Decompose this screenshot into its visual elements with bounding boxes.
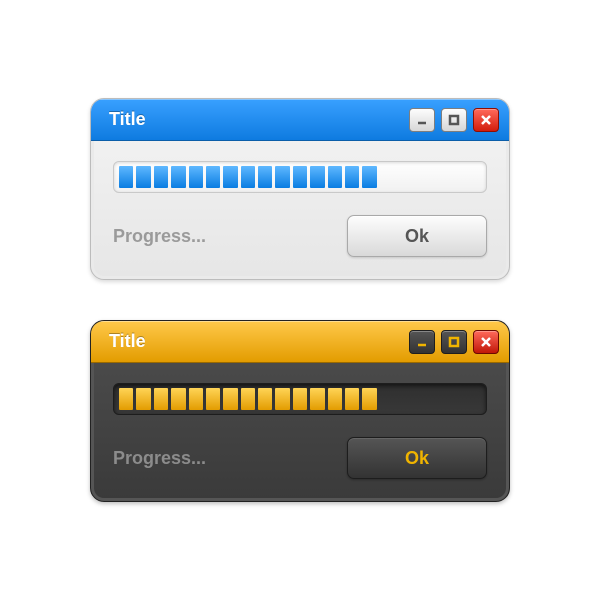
progress-segment bbox=[189, 388, 203, 410]
progress-segment bbox=[449, 166, 463, 188]
progress-bar bbox=[113, 161, 487, 193]
minimize-button[interactable] bbox=[409, 330, 435, 354]
progress-segment bbox=[206, 388, 220, 410]
progress-segment bbox=[397, 388, 411, 410]
maximize-button[interactable] bbox=[441, 108, 467, 132]
progress-segment bbox=[171, 388, 185, 410]
window-controls bbox=[409, 108, 499, 132]
progress-segment bbox=[414, 166, 428, 188]
progress-segment bbox=[189, 166, 203, 188]
dialog-window-dark: Title Progress... Ok bbox=[90, 320, 510, 502]
maximize-icon bbox=[448, 114, 460, 126]
close-button[interactable] bbox=[473, 108, 499, 132]
status-text: Progress... bbox=[113, 448, 206, 469]
progress-segment bbox=[380, 166, 394, 188]
progress-bar bbox=[113, 383, 487, 415]
progress-segment bbox=[362, 388, 376, 410]
minimize-icon bbox=[416, 114, 428, 126]
footer-row: Progress... Ok bbox=[113, 437, 487, 479]
progress-segment bbox=[223, 166, 237, 188]
titlebar[interactable]: Title bbox=[91, 321, 509, 363]
close-button[interactable] bbox=[473, 330, 499, 354]
dialog-window-light: Title Progress... Ok bbox=[90, 98, 510, 280]
progress-segment bbox=[241, 166, 255, 188]
progress-segment bbox=[310, 388, 324, 410]
maximize-icon bbox=[448, 336, 460, 348]
progress-segment bbox=[362, 166, 376, 188]
window-body: Progress... Ok bbox=[91, 363, 509, 501]
progress-segment bbox=[275, 166, 289, 188]
progress-segment bbox=[293, 166, 307, 188]
progress-segment bbox=[119, 166, 133, 188]
progress-segment bbox=[328, 166, 342, 188]
progress-segment bbox=[432, 166, 446, 188]
progress-segment bbox=[241, 388, 255, 410]
close-icon bbox=[480, 336, 492, 348]
progress-segment bbox=[171, 166, 185, 188]
minimize-button[interactable] bbox=[409, 108, 435, 132]
minimize-icon bbox=[416, 336, 428, 348]
progress-segment bbox=[223, 388, 237, 410]
progress-segment bbox=[345, 388, 359, 410]
window-title: Title bbox=[109, 109, 409, 130]
progress-segment bbox=[432, 388, 446, 410]
progress-segment bbox=[449, 388, 463, 410]
progress-segment bbox=[119, 388, 133, 410]
status-text: Progress... bbox=[113, 226, 206, 247]
progress-segment bbox=[293, 388, 307, 410]
progress-segment bbox=[380, 388, 394, 410]
ok-button[interactable]: Ok bbox=[347, 437, 487, 479]
titlebar[interactable]: Title bbox=[91, 99, 509, 141]
progress-segment bbox=[136, 388, 150, 410]
progress-segment bbox=[258, 166, 272, 188]
progress-segment bbox=[206, 166, 220, 188]
ok-button[interactable]: Ok bbox=[347, 215, 487, 257]
progress-segment bbox=[467, 388, 481, 410]
progress-segment bbox=[310, 166, 324, 188]
window-body: Progress... Ok bbox=[91, 141, 509, 279]
progress-segment bbox=[258, 388, 272, 410]
close-icon bbox=[480, 114, 492, 126]
progress-segment bbox=[154, 388, 168, 410]
progress-segment bbox=[467, 166, 481, 188]
window-title: Title bbox=[109, 331, 409, 352]
maximize-button[interactable] bbox=[441, 330, 467, 354]
progress-segment bbox=[136, 166, 150, 188]
progress-segment bbox=[275, 388, 289, 410]
footer-row: Progress... Ok bbox=[113, 215, 487, 257]
progress-segment bbox=[345, 166, 359, 188]
window-controls bbox=[409, 330, 499, 354]
progress-segment bbox=[397, 166, 411, 188]
progress-segment bbox=[414, 388, 428, 410]
progress-segment bbox=[154, 166, 168, 188]
progress-segment bbox=[328, 388, 342, 410]
